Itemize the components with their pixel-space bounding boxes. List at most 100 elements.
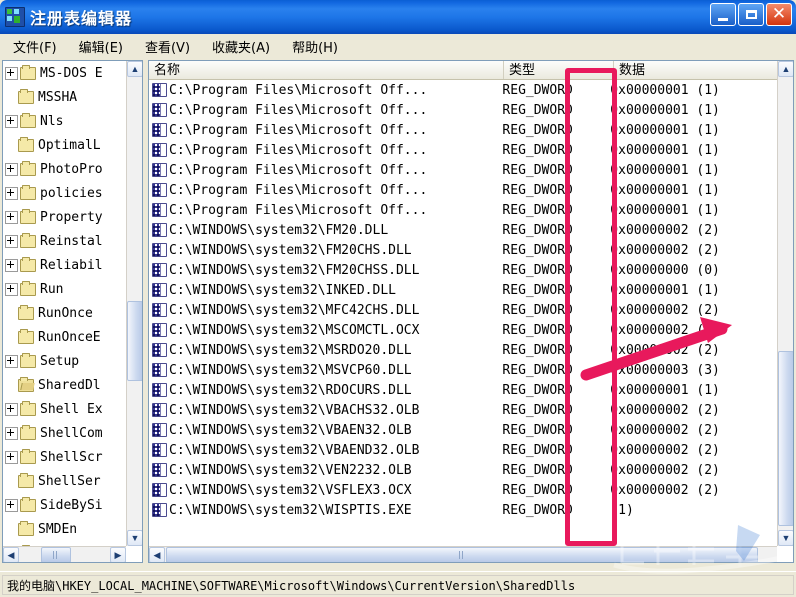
- tree-item-ms-dos-e[interactable]: MS-DOS E: [3, 61, 127, 85]
- tree-item-reinstal[interactable]: Reinstal: [3, 229, 127, 253]
- registry-tree[interactable]: MS-DOS EMSSHANlsOptimalLPhotoPropolicies…: [3, 61, 127, 546]
- table-row[interactable]: C:\Program Files\Microsoft Off...REG_DWO…: [149, 160, 777, 180]
- table-row[interactable]: C:\WINDOWS\system32\MSCOMCTL.OCXREG_DWOR…: [149, 320, 777, 340]
- tree-item-reliabil[interactable]: Reliabil: [3, 253, 127, 277]
- table-row[interactable]: C:\WINDOWS\system32\MSRDO20.DLLREG_DWORD…: [149, 340, 777, 360]
- table-row[interactable]: C:\WINDOWS\system32\VBACHS32.OLBREG_DWOR…: [149, 400, 777, 420]
- menu-item-favorites[interactable]: 收藏夹(A): [203, 35, 279, 58]
- tree-item-shell-ex[interactable]: Shell Ex: [3, 397, 127, 421]
- folder-icon: [20, 67, 36, 80]
- column-header-type[interactable]: 类型: [504, 61, 614, 79]
- tree-item-runoncee[interactable]: RunOnceE: [3, 325, 127, 349]
- tree-scroll-left-button[interactable]: ◀: [3, 547, 19, 563]
- close-button[interactable]: ✕: [766, 3, 792, 26]
- tree-item-smden[interactable]: SMDEn: [3, 517, 127, 541]
- expand-plus-icon[interactable]: [5, 187, 18, 200]
- table-row[interactable]: C:\Program Files\Microsoft Off...REG_DWO…: [149, 120, 777, 140]
- cell-value-name: C:\Program Files\Microsoft Off...: [169, 203, 502, 218]
- table-row[interactable]: C:\WINDOWS\system32\VBAEN32.OLBREG_DWORD…: [149, 420, 777, 440]
- tree-item-nls[interactable]: Nls: [3, 109, 127, 133]
- folder-icon: [20, 355, 36, 368]
- table-row[interactable]: C:\WINDOWS\system32\FM20CHSS.DLLREG_DWOR…: [149, 260, 777, 280]
- menu-item-edit[interactable]: 编辑(E): [70, 35, 132, 58]
- table-row[interactable]: C:\WINDOWS\system32\VSFLEX3.OCXREG_DWORD…: [149, 480, 777, 500]
- tree-item-runonce[interactable]: RunOnce: [3, 301, 127, 325]
- tree-item-property[interactable]: Property: [3, 205, 127, 229]
- tree-item-policies[interactable]: policies: [3, 181, 127, 205]
- table-row[interactable]: C:\WINDOWS\system32\MSVCP60.DLLREG_DWORD…: [149, 360, 777, 380]
- table-row[interactable]: C:\WINDOWS\system32\WISPTIS.EXEREG_DWORD…: [149, 500, 777, 520]
- tree-horizontal-scrollbar[interactable]: ◀ ▶: [3, 546, 126, 562]
- tree-item-shellser[interactable]: ShellSer: [3, 469, 127, 493]
- table-row[interactable]: C:\Program Files\Microsoft Off...REG_DWO…: [149, 80, 777, 100]
- expand-plus-icon[interactable]: [5, 499, 18, 512]
- tree-item-setup[interactable]: Setup: [3, 349, 127, 373]
- cell-value-type: REG_DWORD: [502, 183, 610, 198]
- list-horizontal-scrollbar[interactable]: ◀: [149, 546, 777, 562]
- expand-plus-icon[interactable]: [5, 115, 18, 128]
- menu-item-view[interactable]: 查看(V): [136, 35, 199, 58]
- expand-plus-icon[interactable]: [5, 163, 18, 176]
- dword-value-icon: [152, 423, 167, 437]
- tree-scroll-right-button[interactable]: ▶: [110, 547, 126, 563]
- tree-item-shareddl[interactable]: SharedDl: [3, 373, 127, 397]
- list-scroll-up-button[interactable]: ▲: [778, 61, 794, 77]
- table-row[interactable]: C:\Program Files\Microsoft Off...REG_DWO…: [149, 140, 777, 160]
- tree-scrollbar-thumb[interactable]: [127, 301, 143, 381]
- expand-plus-icon[interactable]: [5, 403, 18, 416]
- tree-item-shellcom[interactable]: ShellCom: [3, 421, 127, 445]
- registry-values-list[interactable]: C:\Program Files\Microsoft Off...REG_DWO…: [149, 80, 777, 546]
- table-row[interactable]: C:\WINDOWS\system32\FM20CHS.DLLREG_DWORD…: [149, 240, 777, 260]
- tree-item-mssha[interactable]: MSSHA: [3, 85, 127, 109]
- tree-item-photopro[interactable]: PhotoPro: [3, 157, 127, 181]
- list-hscrollbar-thumb[interactable]: [166, 547, 758, 563]
- table-row[interactable]: C:\Program Files\Microsoft Off...REG_DWO…: [149, 200, 777, 220]
- cell-value-name: C:\Program Files\Microsoft Off...: [169, 103, 502, 118]
- expand-plus-icon[interactable]: [5, 211, 18, 224]
- list-scroll-left-button[interactable]: ◀: [149, 547, 165, 563]
- table-row[interactable]: C:\WINDOWS\system32\FM20.DLLREG_DWORD0x0…: [149, 220, 777, 240]
- tree-item-sidebysi[interactable]: SideBySi: [3, 493, 127, 517]
- tree-item-label: Shell Ex: [40, 402, 103, 417]
- table-row[interactable]: C:\WINDOWS\system32\VEN2232.OLBREG_DWORD…: [149, 460, 777, 480]
- expand-plus-icon[interactable]: [5, 235, 18, 248]
- expand-plus-icon[interactable]: [5, 259, 18, 272]
- tree-item-optimall[interactable]: OptimalL: [3, 133, 127, 157]
- table-row[interactable]: C:\WINDOWS\system32\INKED.DLLREG_DWORD0x…: [149, 280, 777, 300]
- tree-scroll-down-button[interactable]: ▼: [127, 530, 143, 546]
- table-row[interactable]: C:\WINDOWS\system32\RDOCURS.DLLREG_DWORD…: [149, 380, 777, 400]
- tree-hscrollbar-thumb[interactable]: [41, 547, 71, 563]
- tree-scroll-up-button[interactable]: ▲: [127, 61, 143, 77]
- maximize-button[interactable]: [738, 3, 764, 26]
- expand-plus-icon[interactable]: [5, 451, 18, 464]
- menu-bar: 文件(F) 编辑(E) 查看(V) 收藏夹(A) 帮助(H): [0, 34, 796, 59]
- tree-item-label: Property: [40, 210, 103, 225]
- main-content: MS-DOS EMSSHANlsOptimalLPhotoPropolicies…: [0, 58, 796, 565]
- cell-value-type: REG_DWORD: [502, 123, 610, 138]
- table-row[interactable]: C:\WINDOWS\system32\MFC42CHS.DLLREG_DWOR…: [149, 300, 777, 320]
- tree-item-run[interactable]: Run: [3, 277, 127, 301]
- minimize-button[interactable]: [710, 3, 736, 26]
- title-bar: 注册表编辑器 ✕: [0, 0, 796, 34]
- table-row[interactable]: C:\Program Files\Microsoft Off...REG_DWO…: [149, 100, 777, 120]
- expand-plus-icon[interactable]: [5, 67, 18, 80]
- tree-item-label: SMDEn: [38, 522, 77, 537]
- cell-value-data: 0x00000003 (3): [610, 363, 777, 378]
- list-scroll-down-button[interactable]: ▼: [778, 530, 794, 546]
- column-header-name[interactable]: 名称: [149, 61, 504, 79]
- tree-item-shellscr[interactable]: ShellScr: [3, 445, 127, 469]
- list-vertical-scrollbar[interactable]: ▲ ▼: [777, 61, 793, 546]
- expand-plus-icon[interactable]: [5, 283, 18, 296]
- folder-icon: [18, 475, 34, 488]
- expand-plus-icon[interactable]: [5, 355, 18, 368]
- expand-plus-icon[interactable]: [5, 427, 18, 440]
- cell-value-name: C:\WINDOWS\system32\RDOCURS.DLL: [169, 383, 502, 398]
- tree-vertical-scrollbar[interactable]: ▲ ▼: [126, 61, 142, 546]
- table-row[interactable]: C:\Program Files\Microsoft Off...REG_DWO…: [149, 180, 777, 200]
- close-icon: ✕: [772, 5, 786, 22]
- table-row[interactable]: C:\WINDOWS\system32\VBAEND32.OLBREG_DWOR…: [149, 440, 777, 460]
- column-header-data[interactable]: 数据: [614, 61, 777, 79]
- list-scrollbar-thumb[interactable]: [778, 351, 794, 526]
- menu-item-file[interactable]: 文件(F): [4, 35, 66, 58]
- menu-item-help[interactable]: 帮助(H): [283, 35, 347, 58]
